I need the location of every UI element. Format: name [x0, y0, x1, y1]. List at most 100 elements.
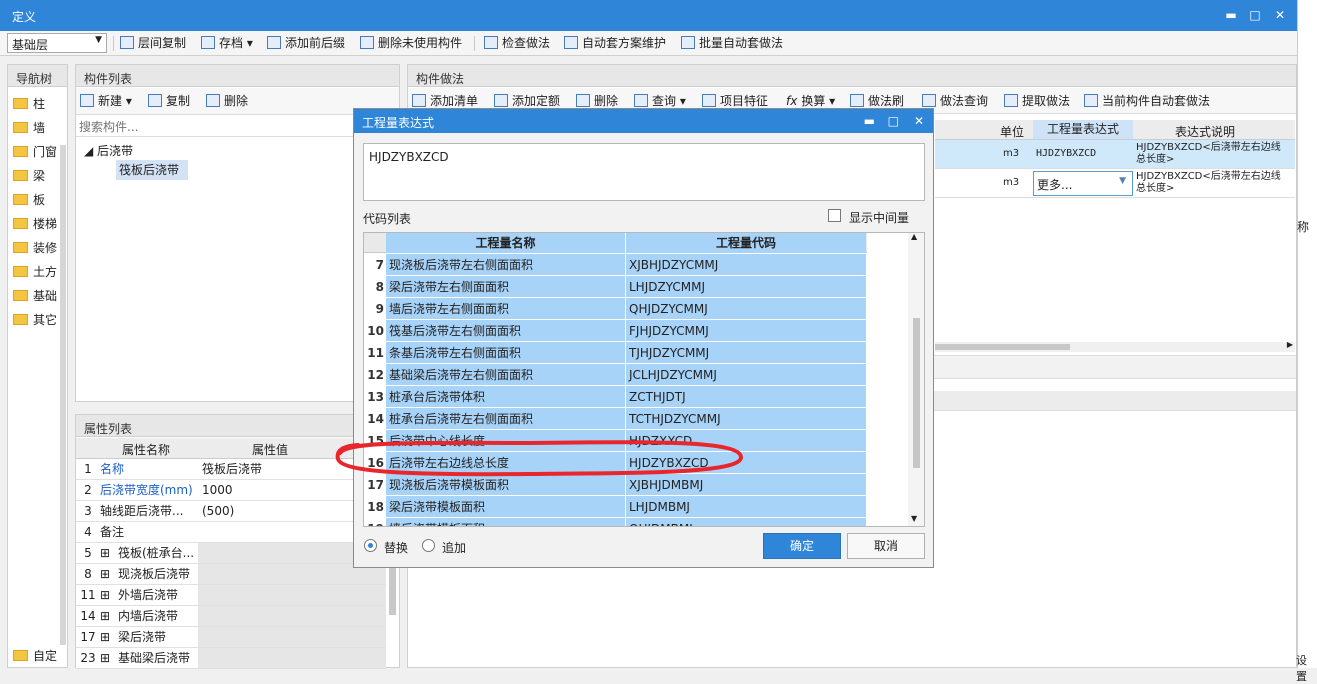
copy-between-floors-button[interactable]: 层间复制 [120, 35, 186, 52]
folder-icon [13, 242, 28, 253]
code-row[interactable]: 14 桩承台后浇带左右侧面面积 TCTHJDZYCMMJ [364, 408, 867, 430]
floor-select[interactable]: 基础层 ▼ [7, 33, 107, 53]
save-button[interactable]: 存档 ▾ [201, 35, 253, 52]
brush-icon [850, 94, 864, 107]
method-row[interactable]: m3 HJDZYBXZCD HJDZYBXZCD<后浇带左右边线总长度> [935, 140, 1295, 169]
code-row[interactable]: 11 条基后浇带左右侧面面积 TJHJDZYCMMJ [364, 342, 867, 364]
add-icon [494, 94, 508, 107]
folder-open-icon [13, 314, 28, 325]
property-group-row[interactable]: 17 ⊞ 梁后浇带 [76, 627, 386, 648]
property-scrollbar[interactable] [389, 565, 396, 615]
ok-button[interactable]: 确定 [763, 533, 841, 559]
add-prefix-suffix-button[interactable]: 添加前后缀 [267, 35, 345, 52]
code-row[interactable]: 10 筏基后浇带左右侧面面积 FJHJDZYCMMJ [364, 320, 867, 342]
auto-current-button[interactable]: 当前构件自动套做法 [1084, 93, 1210, 110]
maximize-button[interactable]: □ [1246, 6, 1264, 24]
folder-icon [13, 266, 28, 277]
check-icon [484, 36, 498, 49]
copy-component-button[interactable]: 复制 [148, 93, 190, 110]
property-row[interactable]: 3 轴线距后浇带... (500) [76, 501, 386, 522]
delete-component-button[interactable]: 删除 [206, 93, 248, 110]
tree-node-raft-strip[interactable]: 筏板后浇带 [116, 160, 188, 180]
expr-header: 工程量表达式 [1033, 120, 1133, 139]
method-row[interactable]: m3 更多... ▼ HJDZYBXZCD<后浇带左右边线总长度> [935, 169, 1295, 198]
folder-icon [13, 218, 28, 229]
expression-input[interactable]: HJDZYBXZCD [363, 143, 925, 201]
method-hscrollbar[interactable]: ▶ [935, 340, 1295, 352]
nav-item-slab[interactable]: 板 [13, 191, 45, 209]
auto-icon [1084, 94, 1098, 107]
property-group-row[interactable]: 14 ⊞ 内墙后浇带 [76, 606, 386, 627]
nav-item-custom[interactable]: 自定 [13, 647, 57, 665]
property-group-row[interactable]: 5 ⊞ 筏板(桩承台... [76, 543, 386, 564]
nav-item-stairs[interactable]: 楼梯 [13, 215, 57, 233]
scroll-down-icon[interactable]: ▼ [911, 514, 917, 523]
auto-plan-button[interactable]: 自动套方案维护 [564, 35, 666, 52]
nav-scrollbar[interactable] [60, 145, 66, 645]
unit-header: 单位 [1000, 125, 1025, 139]
component-list-title: 构件列表 [76, 65, 399, 87]
dialog-minimize-button[interactable]: ▬ [864, 114, 875, 128]
window-titlebar: 定义 ▬ □ ✕ [0, 0, 1297, 31]
cancel-button[interactable]: 取消 [847, 533, 925, 559]
code-row[interactable]: 8 梁后浇带左右侧面面积 LHJDZYCMMJ [364, 276, 867, 298]
code-row[interactable]: 7 现浇板后浇带左右侧面面积 XJBHJDZYCMMJ [364, 254, 867, 276]
dialog-close-button[interactable]: ✕ [914, 114, 924, 128]
property-row[interactable]: 4 备注 [76, 522, 386, 543]
property-group-row[interactable]: 8 ⊞ 现浇板后浇带 [76, 564, 386, 585]
delete-unused-button[interactable]: 删除未使用构件 [360, 35, 462, 52]
window-title: 定义 [12, 10, 37, 24]
search-icon [634, 94, 648, 107]
nav-item-beam[interactable]: 梁 [13, 167, 45, 185]
dialog-maximize-button[interactable]: □ [888, 114, 899, 128]
search-icon [922, 94, 936, 107]
chevron-down-icon: ▼ [1119, 176, 1126, 186]
code-row[interactable]: 19墙后浇带模板面积QHJDMBMJ [364, 518, 867, 526]
delete-unused-icon [360, 36, 374, 49]
property-rows: 1 名称 筏板后浇带 2 后浇带宽度(mm) 1000 3 轴线距后浇带... (500) … [76, 459, 399, 669]
extract-icon [1004, 94, 1018, 107]
method-title: 构件做法 [408, 65, 1296, 87]
component-search-input[interactable] [76, 117, 399, 137]
copy-icon [120, 36, 134, 49]
nav-title: 导航树 [8, 65, 67, 87]
nav-item-door-window[interactable]: 门窗 [13, 143, 57, 161]
nav-item-other[interactable]: 其它 [13, 311, 57, 329]
nav-item-wall[interactable]: 墙 [13, 119, 45, 137]
property-group-row[interactable]: 23 ⊞ 基础梁后浇带 [76, 648, 386, 669]
close-button[interactable]: ✕ [1271, 6, 1289, 24]
code-list-table: 工程量名称 工程量代码 7 现浇板后浇带左右侧面面积 XJBHJDZYCMMJ 8梁… [363, 232, 925, 527]
expr-dropdown[interactable]: 更多... ▼ [1033, 171, 1133, 196]
batch-auto-button[interactable]: 批量自动套做法 [681, 35, 783, 52]
side-label: 称 [1297, 220, 1310, 234]
method-grid-header: 单位 工程量表达式 表达式说明 [935, 120, 1295, 140]
minimize-button[interactable]: ▬ [1222, 6, 1240, 24]
property-row[interactable]: 2 后浇带宽度(mm) 1000 [76, 480, 386, 501]
floor-select-value: 基础层 [12, 38, 49, 52]
extract-method-button[interactable]: 提取做法 [1004, 93, 1070, 110]
property-group-row[interactable]: 11 ⊞ 外墙后浇带 [76, 585, 386, 606]
dialog-title: 工程量表达式 [362, 116, 435, 130]
code-row[interactable]: 12 基础梁后浇带左右侧面面积 JCLHJDZYCMMJ [364, 364, 867, 386]
code-row[interactable]: 18 梁后浇带模板面积 LHJDMBMJ [364, 496, 867, 518]
new-component-button[interactable]: 新建 ▾ [80, 93, 132, 110]
expression-dialog: 工程量表达式 ▬ □ ✕ HJDZYBXZCD 代码列表 显示中间量 工程量名称… [335, 108, 934, 568]
folder-icon [13, 650, 28, 661]
code-list-scrollbar[interactable]: ▲ ▼ [908, 233, 924, 526]
nav-item-foundation[interactable]: 基础 [13, 287, 57, 305]
scroll-thumb[interactable] [913, 318, 920, 468]
code-row[interactable]: 9 墙后浇带左右侧面面积 QHJDZYCMMJ [364, 298, 867, 320]
nav-item-decoration[interactable]: 装修 [13, 239, 57, 257]
check-method-button[interactable]: 检查做法 [484, 35, 550, 52]
code-row[interactable]: 13 桩承台后浇带体积 ZCTHJDTJ [364, 386, 867, 408]
delete-icon [206, 94, 220, 107]
scroll-up-icon[interactable]: ▲ [911, 233, 917, 241]
checkbox[interactable] [828, 209, 841, 222]
nav-item-column[interactable]: 柱 [13, 95, 45, 113]
nav-item-earthwork[interactable]: 土方 [13, 263, 57, 281]
fx-icon: fx [786, 94, 798, 108]
new-icon [80, 94, 94, 107]
tree-node-post-cast-strip[interactable]: ◢ 后浇带 [84, 142, 133, 159]
settings-label: 设置 [1296, 654, 1307, 683]
code-list-header: 工程量名称 工程量代码 [364, 233, 867, 253]
